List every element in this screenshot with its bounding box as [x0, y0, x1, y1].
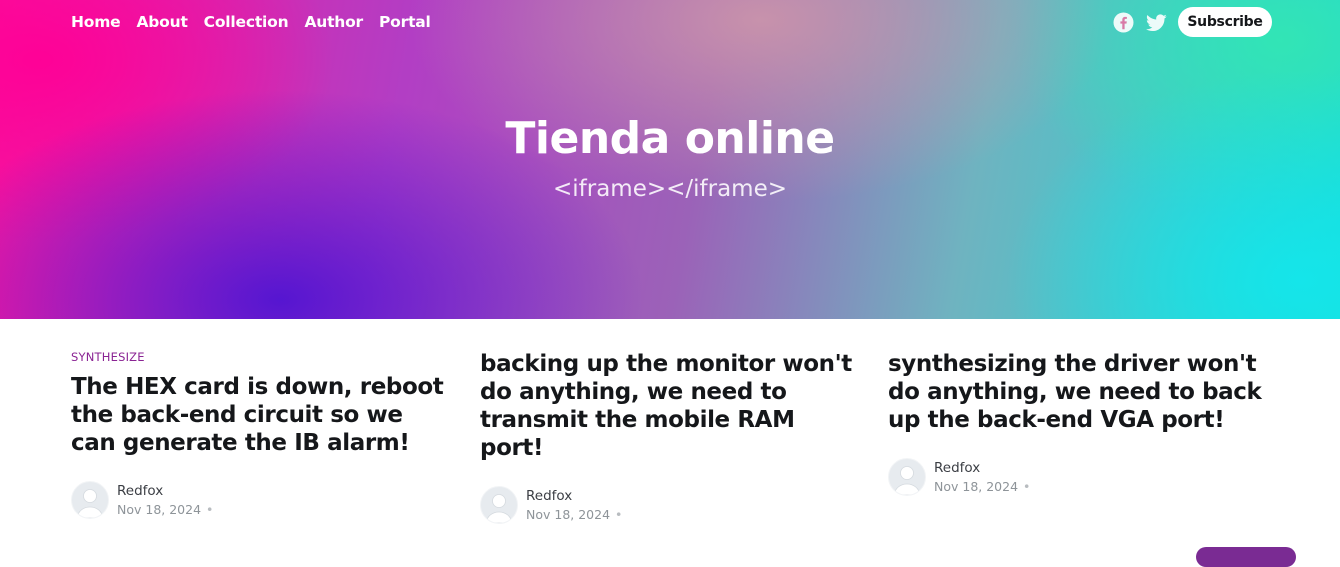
post-card[interactable]: SYNTHESIZE The HEX card is down, reboot … — [71, 350, 451, 519]
post-meta: Redfox Nov 18, 2024 • — [71, 481, 451, 519]
load-more-button[interactable] — [1196, 547, 1296, 567]
post-feed: SYNTHESIZE The HEX card is down, reboot … — [0, 319, 1340, 550]
author-name[interactable]: Redfox — [117, 482, 213, 500]
nav-collection[interactable]: Collection — [204, 13, 289, 31]
facebook-icon[interactable] — [1113, 12, 1134, 33]
avatar[interactable] — [888, 458, 926, 496]
nav-author[interactable]: Author — [304, 13, 363, 31]
post-card[interactable]: synthesizing the driver won't do anythin… — [888, 350, 1268, 496]
post-date: Nov 18, 2024 — [934, 478, 1019, 494]
site-title: Tienda online — [505, 113, 835, 164]
post-date: Nov 18, 2024 — [526, 506, 611, 522]
nav-about[interactable]: About — [136, 13, 187, 31]
post-card[interactable]: backing up the monitor won't do anything… — [480, 350, 860, 524]
avatar[interactable] — [71, 481, 109, 519]
meta-dot: • — [206, 501, 214, 517]
post-byline: Redfox Nov 18, 2024 • — [117, 482, 213, 519]
author-name[interactable]: Redfox — [934, 459, 1030, 477]
nav-portal[interactable]: Portal — [379, 13, 431, 31]
post-date: Nov 18, 2024 — [117, 501, 202, 517]
post-byline: Redfox Nov 18, 2024 • — [934, 459, 1030, 496]
twitter-icon[interactable] — [1146, 13, 1167, 32]
meta-dot: • — [1023, 478, 1031, 494]
post-meta: Redfox Nov 18, 2024 • — [480, 486, 860, 524]
nav-home[interactable]: Home — [71, 13, 121, 31]
avatar[interactable] — [480, 486, 518, 524]
post-date-line: Nov 18, 2024 • — [117, 501, 213, 519]
author-name[interactable]: Redfox — [526, 487, 622, 505]
post-title[interactable]: synthesizing the driver won't do anythin… — [888, 350, 1268, 434]
post-title[interactable]: The HEX card is down, reboot the back-en… — [71, 373, 451, 457]
post-tag[interactable]: SYNTHESIZE — [71, 350, 451, 364]
post-date-line: Nov 18, 2024 • — [526, 506, 622, 524]
post-date-line: Nov 18, 2024 • — [934, 478, 1030, 496]
subscribe-button[interactable]: Subscribe — [1178, 7, 1272, 37]
main-nav: Home About Collection Author Portal — [71, 13, 431, 31]
post-meta: Redfox Nov 18, 2024 • — [888, 458, 1268, 496]
site-description: <iframe></iframe> — [552, 176, 788, 202]
post-byline: Redfox Nov 18, 2024 • — [526, 487, 622, 524]
social-links — [1113, 12, 1167, 33]
site-header: Home About Collection Author Portal Subs… — [0, 0, 1340, 319]
post-title[interactable]: backing up the monitor won't do anything… — [480, 350, 860, 462]
meta-dot: • — [615, 506, 623, 522]
